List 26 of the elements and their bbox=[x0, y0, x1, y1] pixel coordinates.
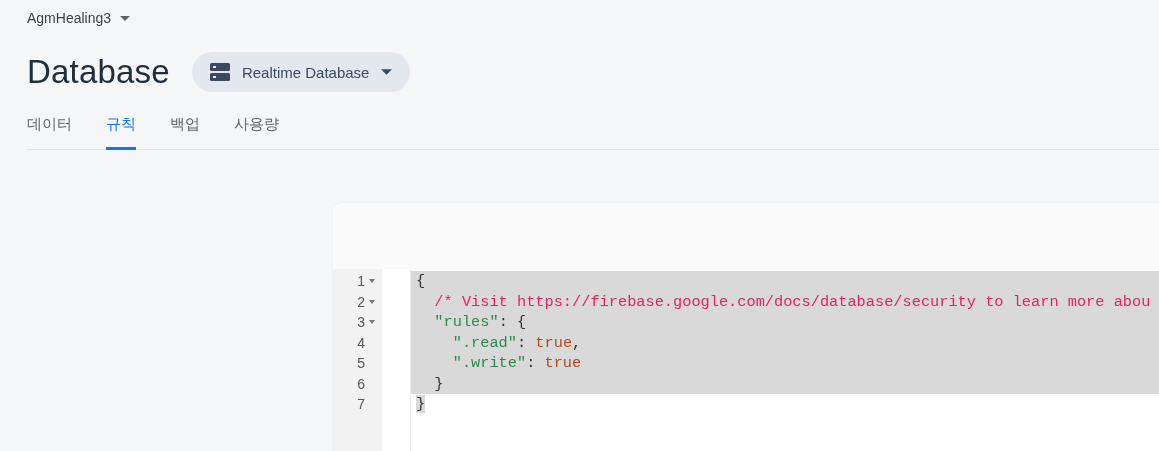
database-icon bbox=[209, 63, 230, 81]
caret-icon bbox=[120, 15, 131, 21]
line-number: 1 bbox=[357, 273, 365, 290]
line-number: 6 bbox=[357, 375, 365, 392]
project-selector[interactable]: AgmHealing3 bbox=[27, 10, 131, 26]
line-number: 3 bbox=[357, 314, 365, 331]
code-line: ".write": true bbox=[451, 354, 582, 372]
line-number: 2 bbox=[357, 293, 365, 310]
database-selector[interactable]: Realtime Database bbox=[191, 52, 411, 92]
code-line: ".read": true, bbox=[451, 333, 582, 352]
line-number: 5 bbox=[357, 355, 365, 372]
tab[interactable]: 백업 bbox=[170, 110, 200, 150]
line-number: 4 bbox=[357, 334, 365, 351]
fold-icon[interactable] bbox=[369, 299, 375, 304]
code-line: /* Visit https://firebase.google.com/docs/database/security to learn more abou bbox=[433, 292, 1151, 311]
fold-icon[interactable] bbox=[369, 320, 375, 325]
caret-icon bbox=[381, 69, 393, 75]
tab[interactable]: 규칙 bbox=[106, 110, 136, 150]
line-number: 7 bbox=[357, 396, 365, 413]
tab[interactable]: 데이터 bbox=[27, 110, 72, 150]
fold-icon[interactable] bbox=[369, 279, 375, 284]
page-title: Database bbox=[27, 53, 170, 91]
code-line: { bbox=[416, 272, 426, 290]
tab[interactable]: 사용량 bbox=[234, 110, 279, 150]
code-line: } bbox=[433, 374, 444, 393]
code-line: "rules": { bbox=[433, 313, 527, 331]
